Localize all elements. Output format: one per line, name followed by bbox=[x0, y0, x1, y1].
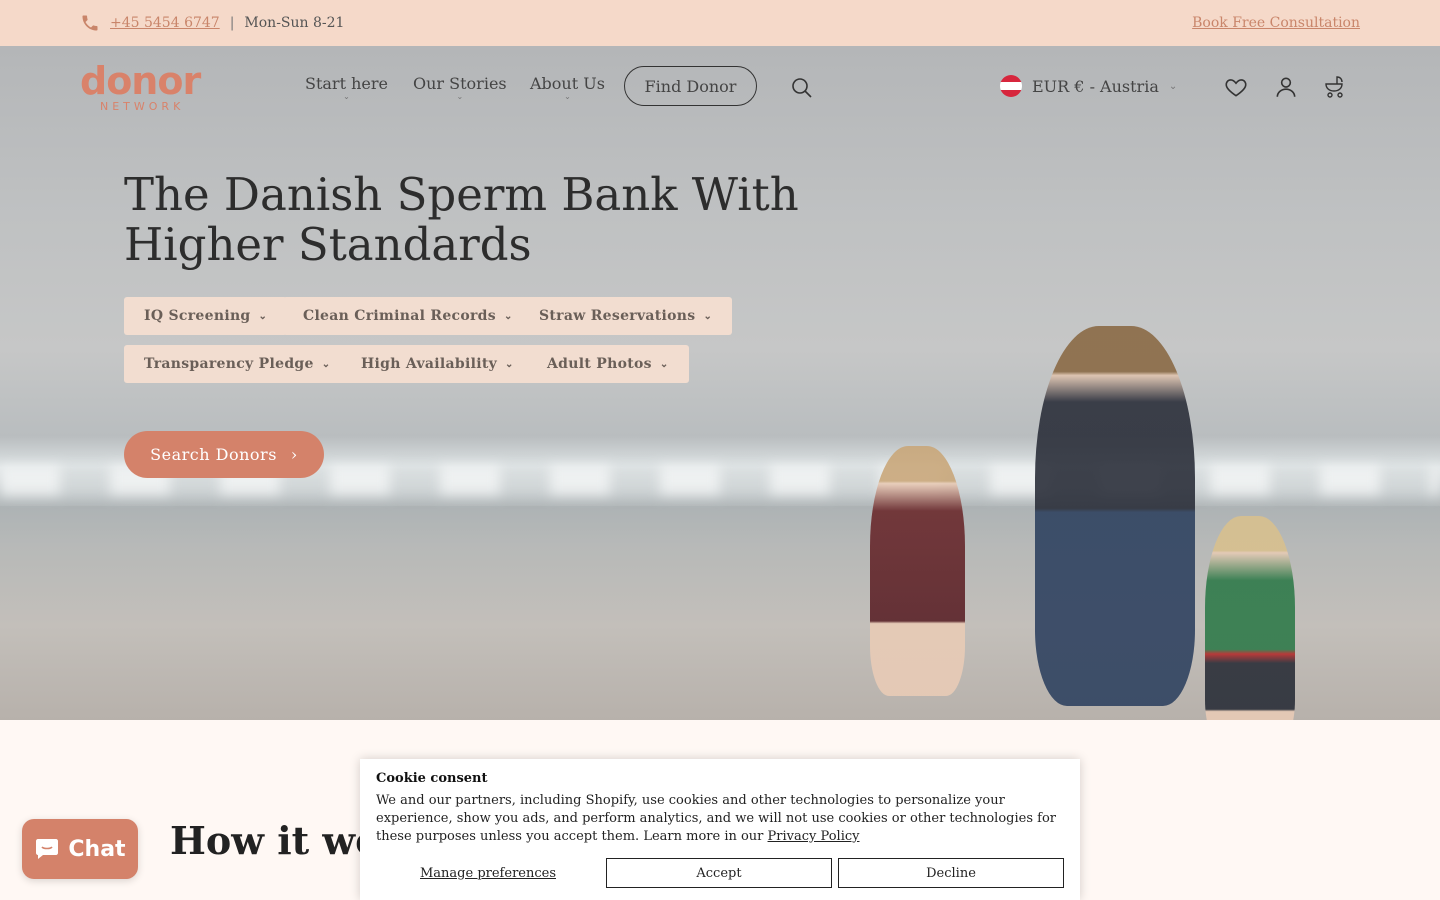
logo-subtitle: NETWORK bbox=[100, 100, 185, 113]
cookie-text: We and our partners, including Shopify, … bbox=[376, 792, 1064, 846]
chevron-down-icon: ⌄ bbox=[503, 310, 513, 322]
hero-title: The Danish Sperm Bank With Higher Standa… bbox=[124, 168, 799, 271]
separator: | bbox=[229, 15, 235, 31]
opening-hours: Mon-Sun 8-21 bbox=[244, 15, 345, 31]
decline-button[interactable]: Decline bbox=[838, 858, 1064, 888]
nav-our-stories[interactable]: Our Stories ⌄ bbox=[413, 74, 507, 101]
manage-preferences-button[interactable]: Manage preferences bbox=[376, 858, 600, 888]
accept-button[interactable]: Accept bbox=[606, 858, 832, 888]
search-donors-label: Search Donors bbox=[150, 445, 277, 464]
pill-clean-criminal-records[interactable]: Clean Criminal Records ⌄ bbox=[283, 297, 533, 335]
pill-label: Clean Criminal Records bbox=[303, 308, 496, 324]
currency-label: EUR € - Austria bbox=[1032, 76, 1159, 96]
search-icon[interactable] bbox=[790, 76, 814, 100]
pill-label: Transparency Pledge bbox=[144, 356, 314, 372]
chevron-down-icon: ⌄ bbox=[258, 310, 268, 322]
book-consultation-link[interactable]: Book Free Consultation bbox=[1192, 15, 1360, 31]
nav-label: Our Stories bbox=[413, 74, 507, 93]
nav-label: About Us bbox=[530, 74, 605, 93]
cookie-buttons: Manage preferences Accept Decline bbox=[376, 858, 1064, 888]
cart-stroller-icon[interactable] bbox=[1323, 74, 1349, 100]
chevron-down-icon: ⌄ bbox=[343, 92, 350, 101]
pill-adult-photos[interactable]: Adult Photos ⌄ bbox=[527, 345, 689, 383]
pill-iq-screening[interactable]: IQ Screening ⌄ bbox=[124, 297, 288, 335]
account-icon[interactable] bbox=[1273, 74, 1299, 100]
pill-label: Straw Reservations bbox=[539, 308, 696, 324]
girl-figure bbox=[870, 446, 965, 696]
woman-figure bbox=[1035, 326, 1195, 706]
chat-bubble-icon bbox=[36, 839, 59, 859]
logo[interactable]: donor NETWORK bbox=[80, 59, 212, 113]
chat-button[interactable]: Chat bbox=[22, 819, 138, 879]
cookie-body: We and our partners, including Shopify, … bbox=[376, 793, 1056, 844]
chat-label: Chat bbox=[68, 836, 126, 862]
privacy-policy-link[interactable]: Privacy Policy bbox=[768, 829, 860, 844]
chevron-down-icon: ⌄ bbox=[505, 358, 514, 370]
logo-wordmark: donor bbox=[80, 59, 201, 103]
pill-label: High Availability bbox=[361, 356, 498, 372]
cookie-title: Cookie consent bbox=[376, 771, 488, 786]
phone-link[interactable]: +45 5454 6747 bbox=[110, 15, 220, 31]
pill-transparency-pledge[interactable]: Transparency Pledge ⌄ bbox=[124, 345, 351, 383]
chevron-right-icon: › bbox=[290, 445, 298, 464]
chevron-down-icon: ⌄ bbox=[321, 358, 331, 370]
chevron-down-icon: ⌄ bbox=[1168, 80, 1178, 92]
currency-selector[interactable]: EUR € - Austria ⌄ bbox=[1000, 75, 1177, 97]
main-nav: donor NETWORK Start here ⌄ Our Stories ⌄… bbox=[0, 46, 1440, 126]
pill-straw-reservations[interactable]: Straw Reservations ⌄ bbox=[519, 297, 733, 335]
chevron-down-icon: ⌄ bbox=[703, 310, 713, 322]
phone-icon bbox=[82, 15, 98, 31]
pill-label: IQ Screening bbox=[144, 308, 251, 324]
pill-high-availability[interactable]: High Availability ⌄ bbox=[341, 345, 534, 383]
pill-label: Adult Photos bbox=[547, 356, 652, 372]
chevron-down-icon: ⌄ bbox=[659, 358, 669, 370]
chevron-down-icon: ⌄ bbox=[564, 92, 571, 101]
cookie-consent-banner: Cookie consent We and our partners, incl… bbox=[360, 759, 1080, 900]
boy-figure bbox=[1205, 516, 1295, 720]
search-donors-button[interactable]: Search Donors › bbox=[124, 431, 324, 478]
nav-about-us[interactable]: About Us ⌄ bbox=[530, 74, 605, 101]
heart-icon[interactable] bbox=[1223, 74, 1249, 100]
chevron-down-icon: ⌄ bbox=[456, 92, 464, 101]
nav-label: Start here bbox=[305, 74, 388, 93]
contact-info: +45 5454 6747 | Mon-Sun 8-21 bbox=[80, 13, 344, 33]
hero-image bbox=[0, 46, 1440, 720]
find-donor-button[interactable]: Find Donor bbox=[624, 66, 757, 106]
top-bar: +45 5454 6747 | Mon-Sun 8-21 Book Free C… bbox=[0, 0, 1440, 46]
austria-flag-icon bbox=[1000, 75, 1022, 97]
nav-start-here[interactable]: Start here ⌄ bbox=[305, 74, 388, 101]
